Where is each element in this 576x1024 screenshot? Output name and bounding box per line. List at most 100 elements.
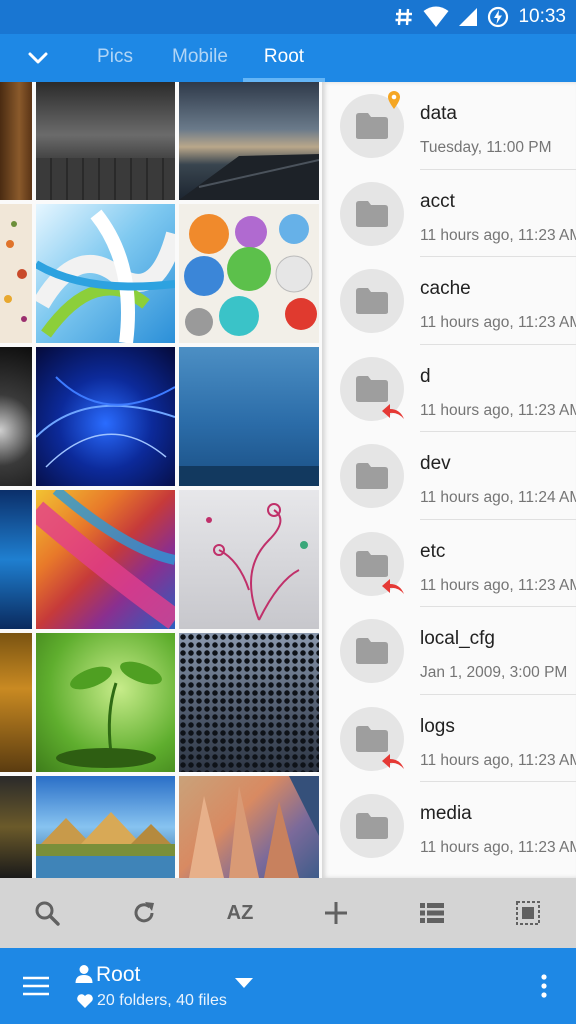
status-bar: 10:33	[0, 0, 576, 34]
folder-icon	[356, 813, 388, 839]
overflow-menu-button[interactable]	[530, 970, 558, 1002]
file-name: d	[420, 365, 431, 387]
file-name: data	[420, 103, 457, 124]
folder-avatar	[340, 619, 404, 683]
file-modified: 11 hours ago, 11:23 AM	[420, 401, 576, 419]
heart-icon	[76, 993, 94, 1014]
folder-avatar	[340, 794, 404, 858]
clock: 10:33	[518, 6, 566, 27]
image-gallery-panel[interactable]	[0, 82, 322, 878]
list-item[interactable]: acct 11 hours ago, 11:23 AM	[322, 170, 576, 257]
list-item[interactable]: cache 11 hours ago, 11:23 AM	[322, 257, 576, 345]
thumbnail-floral-swirls[interactable]	[179, 490, 319, 629]
list-item[interactable]: dev 11 hours ago, 11:24 AM	[322, 432, 576, 520]
location-dropdown[interactable]	[234, 976, 254, 994]
thumbnail-rainbow-feathers[interactable]	[36, 490, 175, 629]
thumbnail-blue-wave[interactable]	[0, 490, 32, 629]
signal-icon	[458, 7, 478, 27]
search-button[interactable]	[26, 892, 68, 934]
file-modified: Jan 1, 2009, 3:00 PM	[420, 664, 568, 681]
thumbnail-dark-gradient[interactable]	[0, 347, 32, 486]
file-modified: 11 hours ago, 11:24 AM	[420, 489, 576, 506]
file-name: acct	[420, 190, 455, 212]
thumbnail-autumn-forest[interactable]	[0, 633, 32, 772]
folder-icon	[356, 638, 388, 664]
symlink-arrow-icon	[380, 751, 406, 776]
chevron-down-icon	[28, 52, 48, 64]
file-modified: Tuesday, 11:00 PM	[420, 139, 552, 156]
sort-button[interactable]: AZ	[219, 892, 261, 934]
symlink-arrow-icon	[380, 576, 406, 601]
thumbnail-3d-ribbons[interactable]	[36, 204, 175, 343]
action-toolbar: AZ	[0, 878, 576, 948]
add-button[interactable]	[315, 892, 357, 934]
tab-mobile[interactable]: Mobile	[163, 34, 237, 82]
file-name: cache	[420, 278, 471, 299]
thumbnail-smiling-gears[interactable]	[179, 204, 319, 343]
list-item[interactable]: media 11 hours ago, 11:23 AM	[322, 782, 576, 870]
search-icon	[35, 901, 60, 926]
thumbnail-pier-sunset[interactable]	[179, 82, 319, 200]
file-name: etc	[420, 540, 446, 562]
file-name: media	[420, 803, 472, 824]
select-all-button[interactable]	[507, 892, 549, 934]
folder-icon	[356, 463, 388, 489]
folder-avatar	[340, 444, 404, 508]
file-name: local_cfg	[420, 628, 495, 649]
folder-icon	[356, 375, 388, 402]
tab-bar: Pics Mobile Root	[0, 34, 576, 82]
location-title[interactable]: Root	[96, 963, 140, 987]
file-name: logs	[420, 715, 455, 737]
folder-icon	[356, 550, 388, 577]
file-name: dev	[420, 453, 451, 474]
file-modified: 11 hours ago, 11:23 AM	[420, 576, 576, 594]
file-modified: 11 hours ago, 11:23 AM	[420, 314, 576, 331]
folder-avatar	[340, 269, 404, 333]
sort-az-icon: AZ	[226, 901, 254, 924]
folder-avatar	[340, 181, 404, 246]
add-icon	[325, 902, 347, 924]
thumbnail-metal-mesh[interactable]	[179, 633, 319, 772]
thumbnail-cubist-painting[interactable]	[179, 776, 319, 878]
thumbnail-green-sprout[interactable]	[36, 633, 175, 772]
thumbnail-pyramids-landscape[interactable]	[36, 776, 175, 878]
thumbnail-night-lights[interactable]	[0, 776, 32, 878]
folder-icon	[356, 288, 388, 314]
folder-icon	[356, 200, 388, 227]
thumbnail-autumn-leaves[interactable]	[0, 204, 32, 343]
folder-icon	[356, 113, 388, 139]
user-icon	[75, 964, 93, 989]
refresh-button[interactable]	[123, 892, 165, 934]
thumbnail-underwater-blue[interactable]	[179, 347, 319, 486]
folder-icon	[356, 725, 388, 752]
collapse-button[interactable]	[22, 42, 54, 74]
view-mode-button[interactable]	[411, 892, 453, 934]
wifi-icon	[423, 6, 449, 28]
thumbnail-wood-texture[interactable]	[0, 82, 32, 200]
list-item[interactable]: local_cfg Jan 1, 2009, 3:00 PM	[322, 607, 576, 695]
file-modified: 11 hours ago, 11:23 AM	[420, 751, 576, 769]
menu-button[interactable]	[18, 970, 54, 1002]
file-modified: 11 hours ago, 11:23 AM	[420, 226, 576, 244]
pin-icon	[386, 90, 402, 115]
location-summary: 20 folders, 40 files	[97, 992, 227, 1009]
battery-charging-icon	[487, 6, 509, 28]
list-item[interactable]: etc 11 hours ago, 11:23 AM	[322, 520, 576, 607]
tab-pics[interactable]: Pics	[84, 34, 146, 82]
file-list[interactable]: data Tuesday, 11:00 PM acct 11 hours ago…	[322, 82, 576, 878]
thumbnail-dark-metal-wall[interactable]	[36, 82, 175, 200]
list-item[interactable]: data Tuesday, 11:00 PM	[322, 82, 576, 170]
dropdown-triangle-icon	[235, 978, 253, 988]
thumbnail-blue-abstract-swirl[interactable]	[36, 347, 175, 486]
list-item[interactable]: logs 11 hours ago, 11:23 AM	[322, 695, 576, 782]
tab-root[interactable]: Root	[245, 34, 323, 82]
refresh-icon	[134, 902, 154, 923]
more-vertical-icon	[541, 974, 547, 998]
hamburger-menu-icon	[23, 976, 49, 996]
bottom-app-bar: Root 20 folders, 40 files	[0, 948, 576, 1024]
list-item[interactable]: d 11 hours ago, 11:23 AM	[322, 345, 576, 432]
file-modified: 11 hours ago, 11:23 AM	[420, 839, 576, 856]
hash-icon	[394, 7, 414, 27]
symlink-arrow-icon	[380, 401, 406, 426]
select-all-icon	[516, 901, 540, 925]
